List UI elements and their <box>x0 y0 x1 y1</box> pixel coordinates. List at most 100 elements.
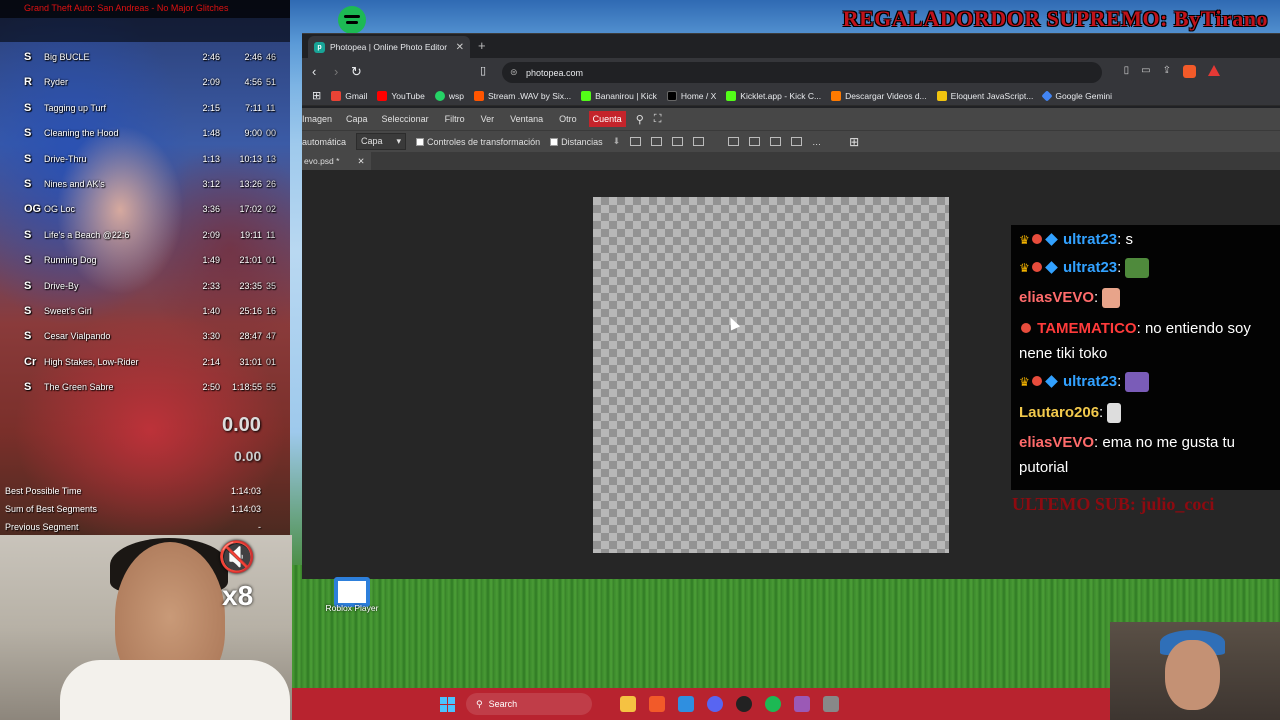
split-row: OG OG Loc 3:36 17:02 02 <box>0 197 290 222</box>
chat-username: ultrat23 <box>1062 231 1118 248</box>
bookmark-wsp[interactable]: wsp <box>434 90 464 101</box>
tab-photopea[interactable]: p Photopea | Online Photo Editor ✕ <box>308 36 470 58</box>
bookmark-descargar-videos[interactable]: Descargar Videos d... <box>831 90 927 101</box>
align-middle-icon[interactable] <box>728 137 740 146</box>
split-row: S Drive-By 2:33 23:35 35 <box>0 274 290 299</box>
crown-icon: ♛ <box>1019 233 1030 247</box>
split-icon: R <box>24 76 32 89</box>
best-possible-time: Best Possible Time 1:14:03 <box>5 486 261 496</box>
align-top-icon[interactable] <box>693 137 705 146</box>
windows-start-icon[interactable] <box>440 697 455 712</box>
menu-seleccionar[interactable]: Seleccionar <box>382 114 429 124</box>
split-total-time: 21:01 <box>239 255 262 266</box>
new-tab-icon[interactable]: + <box>478 38 486 53</box>
bookmark-stream-wav[interactable]: Stream .WAV by Six... <box>473 90 571 101</box>
address-bar[interactable]: ⊜ photopea.com <box>502 62 1102 83</box>
split-total-time: 13:26 <box>239 179 262 189</box>
transparent-canvas[interactable] <box>593 197 949 553</box>
search-icon: ⚲ <box>476 698 483 709</box>
split-total-time: 7:11 <box>245 102 262 113</box>
menu-cuenta[interactable]: Cuenta <box>588 111 626 127</box>
app-icon[interactable] <box>823 696 839 712</box>
brave-shields-icon[interactable] <box>1183 65 1196 78</box>
distances-checkbox[interactable]: Distancias <box>550 137 603 147</box>
discord-icon[interactable] <box>707 696 723 712</box>
roblox-player-label[interactable]: Roblox Player <box>322 603 382 613</box>
bookmark-gmail[interactable]: Gmail <box>331 90 367 101</box>
chat-username: Lautaro206 <box>1019 404 1100 421</box>
split-segment-time: 1:48 <box>202 128 220 139</box>
taskbar-search[interactable]: ⚲ Search <box>466 693 592 715</box>
share-icon[interactable]: ⇪ <box>1163 65 1171 78</box>
gemini-icon <box>1041 89 1054 102</box>
app-icon[interactable] <box>794 696 810 712</box>
file-explorer-icon[interactable] <box>620 696 636 712</box>
emote-icon <box>1125 372 1150 393</box>
transform-controls-checkbox[interactable]: Controles de transformación <box>416 137 540 147</box>
menu-capa[interactable]: Capa <box>346 114 368 124</box>
download-icon[interactable]: ⬇ <box>613 136 621 147</box>
spotify-icon[interactable] <box>338 6 366 34</box>
align-right-icon[interactable] <box>672 137 684 146</box>
distribute-icon[interactable] <box>770 137 782 146</box>
bookmark-eloquent-js[interactable]: Eloquent JavaScript... <box>936 90 1033 101</box>
kick-icon <box>581 90 592 101</box>
bookmarks-bar: ⊞ Gmail YouTube wsp Stream .WAV by Six..… <box>302 86 1280 106</box>
menu-imagen[interactable]: Imagen <box>302 114 332 124</box>
align-left-icon[interactable] <box>630 137 642 146</box>
bookmark-home-x[interactable]: Home / X <box>666 90 716 101</box>
split-name: The Green Sabre <box>44 382 114 393</box>
back-icon[interactable]: ‹ <box>312 64 316 79</box>
menu-ventana[interactable]: Ventana <box>510 114 543 124</box>
vscode-icon[interactable] <box>678 696 694 712</box>
grid-icon[interactable]: ⊞ <box>849 135 859 149</box>
obs-icon[interactable] <box>736 696 752 712</box>
bookmark-google-gemini[interactable]: Google Gemini <box>1041 89 1112 102</box>
split-name: Nines and AK's <box>44 179 105 189</box>
bookmark-bananirou-kick[interactable]: Bananirou | Kick <box>581 90 657 101</box>
transform-controls-label: Controles de transformación <box>427 136 541 147</box>
split-cut: 47 <box>266 331 277 342</box>
document-tab[interactable]: evo.psd * ✕ <box>302 152 371 170</box>
eloquent-js-icon <box>936 90 947 101</box>
split-total-time: 17:02 <box>239 204 262 215</box>
chat-overlay: ♛ ultrat23: s ♛ ultrat23: eliasVEVO: TAM… <box>1011 225 1280 490</box>
split-name: Running Dog <box>44 255 97 266</box>
split-cut: 02 <box>266 204 277 215</box>
align-bottom-icon[interactable] <box>749 137 761 146</box>
fullscreen-icon[interactable]: ⛶ <box>654 113 662 126</box>
reload-icon[interactable]: ↻ <box>351 64 362 80</box>
reader-icon[interactable]: ▯ <box>1124 65 1130 78</box>
segment-timer: 0.00 <box>234 448 262 464</box>
menu-otro[interactable]: Otro <box>559 114 577 124</box>
bookmark-kicklet[interactable]: Kicklet.app - Kick C... <box>726 90 821 101</box>
split-row: S Tagging up Turf 2:15 7:11 11 <box>0 96 290 121</box>
search-icon[interactable]: ⚲ <box>636 113 644 126</box>
brave-rewards-icon[interactable] <box>1208 65 1220 76</box>
site-info-icon[interactable]: ⊜ <box>510 67 518 78</box>
align-center-icon[interactable] <box>651 137 663 146</box>
webcam-shirt <box>60 660 290 720</box>
stat-label: Previous Segment <box>5 522 79 532</box>
close-icon[interactable]: ✕ <box>357 156 364 167</box>
brave-browser-icon[interactable] <box>649 696 665 712</box>
sum-of-best: Sum of Best Segments 1:14:03 <box>5 504 261 514</box>
stat-value: - <box>258 522 261 532</box>
close-icon[interactable]: ✕ <box>456 42 464 53</box>
forward-icon[interactable]: › <box>334 64 338 79</box>
soundcloud-icon <box>473 90 484 101</box>
menu-ver[interactable]: Ver <box>481 114 495 124</box>
chat-message: Lautaro206: <box>1019 400 1274 425</box>
cast-icon[interactable]: ▭ <box>1141 65 1150 78</box>
apps-grid-icon[interactable]: ⊞ <box>312 89 321 102</box>
split-segment-time: 2:33 <box>202 280 220 291</box>
split-row: S Drive-Thru 1:13 10:13 13 <box>0 147 290 172</box>
bookmark-youtube[interactable]: YouTube <box>377 90 425 101</box>
spotify-taskbar-icon[interactable] <box>765 696 781 712</box>
auto-select-dropdown[interactable]: Capa ▾ <box>356 133 407 150</box>
split-name: Life's a Beach @22:6 <box>44 229 130 240</box>
menu-filtro[interactable]: Filtro <box>445 114 465 124</box>
more-icon[interactable]: … <box>812 137 821 147</box>
distribute-h-icon[interactable] <box>791 137 803 146</box>
bookmark-icon[interactable]: ▯ <box>480 64 486 77</box>
